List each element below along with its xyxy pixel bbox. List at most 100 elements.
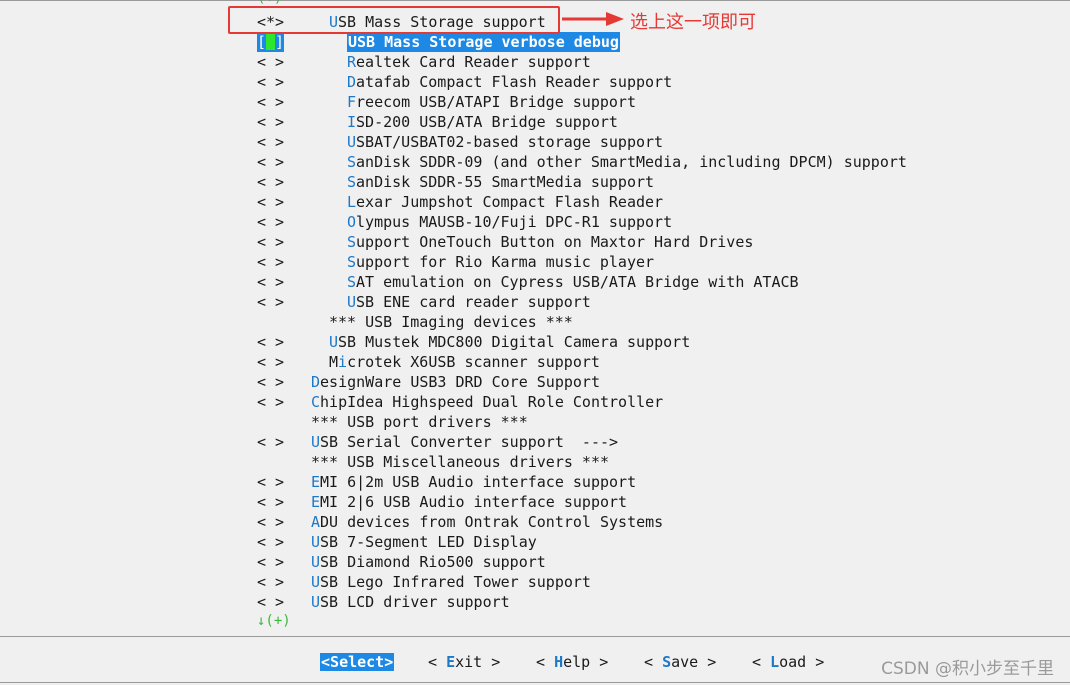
- menu-item-label: SanDisk SDDR-55 SmartMedia support: [347, 173, 655, 191]
- menu-item-label: USB ENE card reader support: [347, 293, 591, 311]
- menu-item-label: ChipIdea Highspeed Dual Role Controller: [311, 393, 664, 411]
- hotkey-letter: U: [348, 33, 358, 51]
- hotkey-letter: E: [311, 473, 321, 491]
- hotkey-letter: O: [347, 213, 357, 231]
- menu-item-label: Datafab Compact Flash Reader support: [347, 73, 673, 91]
- option-state-mark[interactable]: < >: [257, 112, 284, 132]
- menu-item-label: Realtek Card Reader support: [347, 53, 591, 71]
- menu-item-label: USB Mustek MDC800 Digital Camera support: [329, 333, 691, 351]
- menu-item-label: Support for Rio Karma music player: [347, 253, 655, 271]
- hotkey-letter: U: [311, 593, 321, 611]
- hotkey-letter: S: [347, 153, 357, 171]
- option-state-mark[interactable]: < >: [257, 392, 284, 412]
- hotkey-letter: D: [311, 373, 321, 391]
- hotkey-letter: i: [338, 353, 348, 371]
- menu-item-label: *** USB Miscellaneous drivers ***: [311, 453, 610, 471]
- hotkey-letter: S: [662, 653, 672, 671]
- option-state-mark[interactable]: < >: [257, 232, 284, 252]
- menu-item-label: EMI 2|6 USB Audio interface support: [311, 493, 628, 511]
- menu-item-label: ISD-200 USB/ATA Bridge support: [347, 113, 618, 131]
- hotkey-letter: U: [311, 533, 321, 551]
- hotkey-letter: I: [347, 113, 357, 131]
- option-state-mark[interactable]: < >: [257, 372, 284, 392]
- menu-item-label: Lexar Jumpshot Compact Flash Reader: [347, 193, 664, 211]
- hotkey-letter: U: [311, 433, 321, 451]
- menu-item-label: *** USB Imaging devices ***: [329, 313, 573, 331]
- hotkey-letter: S: [330, 653, 340, 671]
- menu-item-label: USBAT/USBAT02-based storage support: [347, 133, 664, 151]
- menu-item-label: EMI 6|2m USB Audio interface support: [311, 473, 637, 491]
- menu-item-label: USB Serial Converter support --->: [311, 433, 619, 451]
- hotkey-letter: D: [347, 73, 357, 91]
- help-button[interactable]: < Help >: [536, 653, 608, 671]
- annotation-highlight-box: [228, 6, 560, 34]
- option-state-mark[interactable]: < >: [257, 352, 284, 372]
- menu-item-label: Microtek X6USB scanner support: [329, 353, 600, 371]
- save-button[interactable]: < Save >: [644, 653, 716, 671]
- watermark: CSDN @积小步至千里: [881, 659, 1054, 679]
- option-state-mark[interactable]: < >: [257, 72, 284, 92]
- option-state-mark[interactable]: < >: [257, 292, 284, 312]
- option-state-mark[interactable]: < >: [257, 552, 284, 572]
- option-state-mark[interactable]: < >: [257, 572, 284, 592]
- menu-item-label: USB 7-Segment LED Display: [311, 533, 537, 551]
- hotkey-letter: C: [311, 393, 321, 411]
- select-button[interactable]: <Select>: [320, 653, 395, 671]
- menu-item-label: Olympus MAUSB-10/Fuji DPC-R1 support: [347, 213, 673, 231]
- top-frame-line: [0, 0, 1070, 1]
- menu-item-label: USB Mass Storage verbose debug: [347, 32, 620, 52]
- hotkey-letter: E: [311, 493, 321, 511]
- option-state-mark[interactable]: < >: [257, 152, 284, 172]
- option-state-mark[interactable]: < >: [257, 172, 284, 192]
- option-state-mark[interactable]: < >: [257, 492, 284, 512]
- hotkey-letter: L: [770, 653, 780, 671]
- menu-item-label: SanDisk SDDR-09 (and other SmartMedia, i…: [347, 153, 907, 171]
- option-state-mark[interactable]: < >: [257, 212, 284, 232]
- hotkey-letter: S: [347, 233, 357, 251]
- hotkey-letter: A: [311, 513, 321, 531]
- hotkey-letter: H: [554, 653, 564, 671]
- option-state-mark[interactable]: < >: [257, 52, 284, 72]
- menu-item-label: *** USB port drivers ***: [311, 413, 528, 431]
- option-state-mark[interactable]: < >: [257, 332, 284, 352]
- hotkey-letter: S: [347, 173, 357, 191]
- exit-button[interactable]: < Exit >: [428, 653, 500, 671]
- menu-item-label: USB LCD driver support: [311, 593, 510, 611]
- hotkey-letter: U: [311, 553, 321, 571]
- menu-item-label: Support OneTouch Button on Maxtor Hard D…: [347, 233, 754, 251]
- hotkey-letter: S: [347, 253, 357, 271]
- option-state-mark[interactable]: < >: [257, 252, 284, 272]
- menu-item-label: SAT emulation on Cypress USB/ATA Bridge …: [347, 273, 799, 291]
- option-state-mark[interactable]: < >: [257, 472, 284, 492]
- scroll-down-indicator: ↓(+): [257, 613, 291, 629]
- text-cursor-icon: [266, 33, 276, 50]
- annotation-text: 选上这一项即可: [630, 12, 756, 33]
- bottom-frame-line: [0, 682, 1070, 683]
- option-state-mark[interactable]: < >: [257, 432, 284, 452]
- option-state-mark[interactable]: < >: [257, 192, 284, 212]
- hotkey-letter: R: [347, 53, 357, 71]
- menu-item-label: ADU devices from Ontrak Control Systems: [311, 513, 664, 531]
- option-state-mark[interactable]: < >: [257, 512, 284, 532]
- annotation-arrow-icon: [562, 12, 624, 26]
- menu-bottom-line: [0, 636, 1070, 637]
- hotkey-letter: U: [347, 293, 357, 311]
- hotkey-letter: F: [347, 93, 357, 111]
- menu-item-label: DesignWare USB3 DRD Core Support: [311, 373, 600, 391]
- option-state-mark[interactable]: < >: [257, 272, 284, 292]
- option-state-mark[interactable]: < >: [257, 132, 284, 152]
- hotkey-letter: E: [446, 653, 456, 671]
- hotkey-letter: L: [347, 193, 357, 211]
- menu-item-label: Freecom USB/ATAPI Bridge support: [347, 93, 636, 111]
- hotkey-letter: S: [347, 273, 357, 291]
- load-button[interactable]: < Load >: [752, 653, 824, 671]
- hotkey-letter: U: [311, 573, 321, 591]
- hotkey-letter: U: [329, 333, 339, 351]
- option-state-mark[interactable]: < >: [257, 92, 284, 112]
- hotkey-letter: U: [347, 133, 357, 151]
- menu-item-label: USB Lego Infrared Tower support: [311, 573, 591, 591]
- option-state-mark[interactable]: < >: [257, 592, 284, 612]
- option-state-mark[interactable]: < >: [257, 532, 284, 552]
- menu-item-label: USB Diamond Rio500 support: [311, 553, 546, 571]
- option-state-mark[interactable]: []: [257, 32, 285, 52]
